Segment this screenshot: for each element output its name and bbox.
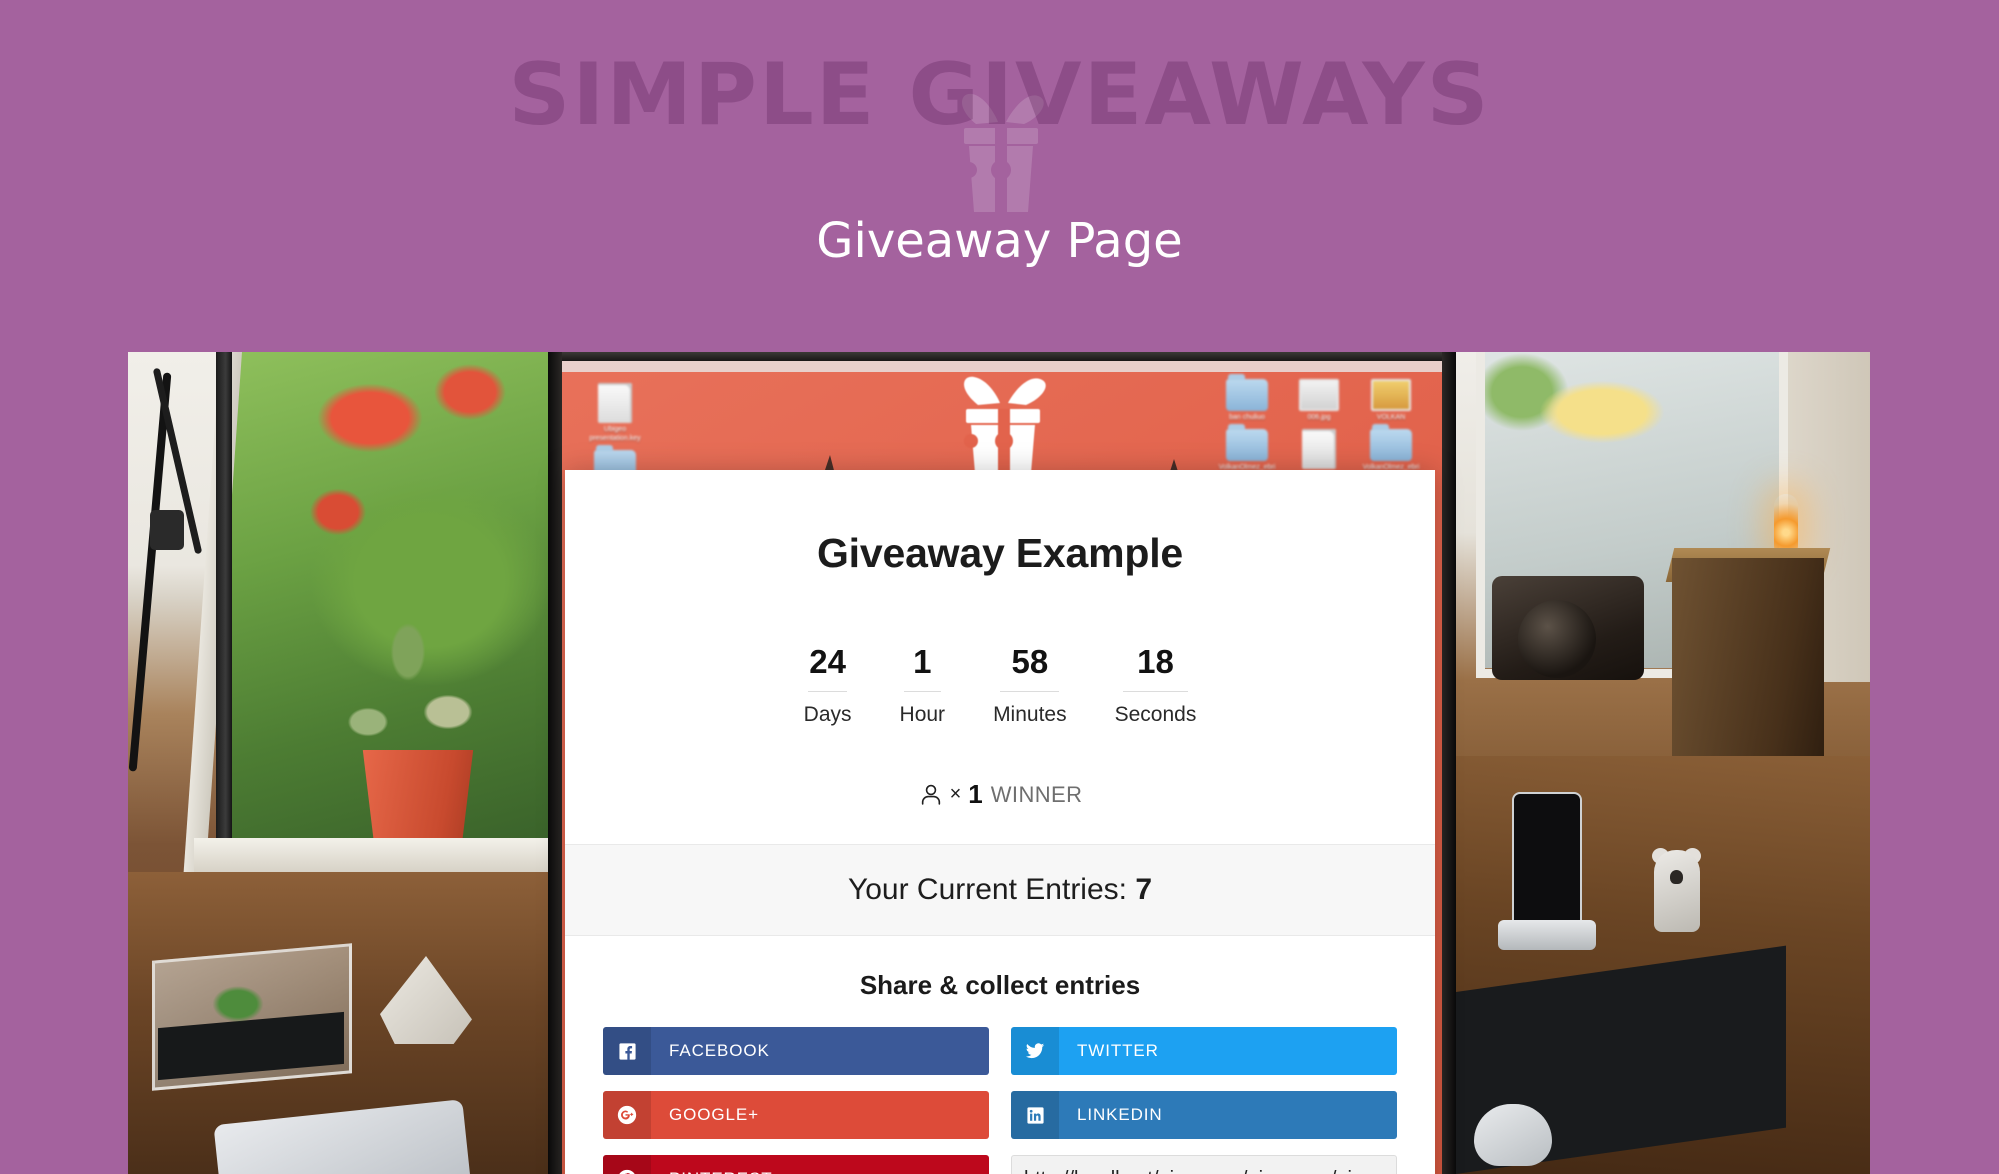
current-entries-label: Your Current Entries: xyxy=(847,873,1127,906)
image-file-icon xyxy=(1371,379,1411,411)
edison-bulb-lamp xyxy=(1774,494,1798,556)
countdown-divider xyxy=(1122,691,1189,692)
share-heading: Share & collect entries xyxy=(859,970,1141,1000)
share-button-label: FACEBOOK xyxy=(669,1041,770,1060)
desktop-icon[interactable]: Ubigeo presentation.key xyxy=(586,383,644,444)
desktop-icon[interactable]: VOLKAN xyxy=(1362,379,1420,423)
countdown-hours-value: 1 xyxy=(913,643,932,680)
countdown-days-label: Days xyxy=(803,703,852,726)
countdown-minutes-label: Minutes xyxy=(993,703,1067,726)
twitter-icon xyxy=(1011,1027,1059,1075)
countdown-minutes-value: 58 xyxy=(1011,643,1049,680)
countdown-hours-label: Hour xyxy=(899,703,946,726)
bear-snout xyxy=(1670,870,1683,884)
monitor-left-bezel xyxy=(548,352,562,1174)
facebook-icon xyxy=(603,1027,651,1075)
googleplus-icon xyxy=(603,1091,651,1139)
camera-lens xyxy=(1518,600,1596,678)
current-entries-bar: Your Current Entries: 7 xyxy=(565,844,1435,936)
user-icon xyxy=(918,782,944,808)
giveaway-title: Giveaway Example xyxy=(816,530,1184,576)
giveaway-card: Giveaway Example 24 Days 1 Hour 58 Minut… xyxy=(565,470,1435,1174)
pinterest-icon xyxy=(603,1155,651,1174)
countdown-unit-days: 24 Days xyxy=(780,645,876,725)
share-button-label: PINTEREST xyxy=(651,1155,773,1174)
wood-stump xyxy=(1672,558,1824,788)
countdown-timer: 24 Days 1 Hour 58 Minutes 18 Seconds xyxy=(565,645,1435,725)
desktop-icon[interactable]: 006.jpg xyxy=(1290,379,1348,423)
window-sash-left xyxy=(216,352,232,862)
countdown-unit-seconds: 18 Seconds xyxy=(1091,645,1221,725)
countdown-unit-hours: 1 Hour xyxy=(876,645,970,725)
share-button-facebook[interactable]: FACEBOOK xyxy=(603,1027,989,1075)
multiply-sign: × xyxy=(949,783,962,805)
share-buttons-grid: FACEBOOK TWITTER GOOGLE+ LINKEDIN http:/… xyxy=(565,1001,1435,1174)
monitor-right-bezel xyxy=(1442,352,1456,1174)
share-button-googleplus[interactable]: GOOGLE+ xyxy=(603,1091,989,1139)
desk-lamp-joint xyxy=(150,510,184,550)
winner-count: 1 xyxy=(968,779,983,809)
monitor-top-bezel xyxy=(548,352,1456,361)
terrarium-plant xyxy=(198,974,278,1034)
countdown-seconds-label: Seconds xyxy=(1114,703,1197,726)
share-button-label: TWITTER xyxy=(1077,1041,1159,1060)
window-sill-left xyxy=(194,838,548,874)
image-file-icon xyxy=(1299,379,1339,411)
folder-icon xyxy=(1226,374,1268,411)
share-button-twitter[interactable]: TWITTER xyxy=(1011,1027,1397,1075)
polar-bear-figurine xyxy=(1654,850,1700,932)
desk-lamp-arm xyxy=(128,372,172,772)
desktop-icon[interactable]: ban chuliuo xyxy=(1218,374,1276,423)
countdown-divider xyxy=(808,691,847,692)
computer-mouse xyxy=(1474,1104,1552,1166)
countdown-seconds-value: 18 xyxy=(1137,643,1174,680)
plant-pot xyxy=(362,750,474,850)
page-header: SIMPLE GIVEAWAYS Giveaway Page xyxy=(0,0,1999,350)
countdown-unit-minutes: 58 Minutes xyxy=(969,645,1091,725)
share-button-label: GOOGLE+ xyxy=(669,1105,759,1124)
left-window-photo xyxy=(128,352,548,1174)
winner-count-row: × 1 WINNER xyxy=(565,779,1435,844)
file-icon xyxy=(598,383,632,423)
plant-foliage xyxy=(328,602,498,767)
countdown-divider xyxy=(1000,691,1060,692)
phone-dock xyxy=(1498,920,1596,950)
brand-watermark: SIMPLE GIVEAWAYS xyxy=(508,45,1491,145)
page-subtitle: Giveaway Page xyxy=(816,213,1183,269)
smartphone xyxy=(1512,792,1582,934)
countdown-days-value: 24 xyxy=(809,643,846,680)
linkedin-icon xyxy=(1011,1091,1059,1139)
current-entries-count: 7 xyxy=(1135,873,1153,906)
gift-watermark-icon xyxy=(928,78,1072,228)
share-url-input[interactable] xyxy=(1011,1155,1397,1174)
winner-label: WINNER xyxy=(990,781,1083,807)
share-button-pinterest[interactable]: PINTEREST xyxy=(603,1155,989,1174)
countdown-divider xyxy=(904,691,941,692)
share-button-label: LINKEDIN xyxy=(1077,1105,1163,1124)
right-desk-photo xyxy=(1456,352,1870,1174)
share-button-linkedin[interactable]: LINKEDIN xyxy=(1011,1091,1397,1139)
